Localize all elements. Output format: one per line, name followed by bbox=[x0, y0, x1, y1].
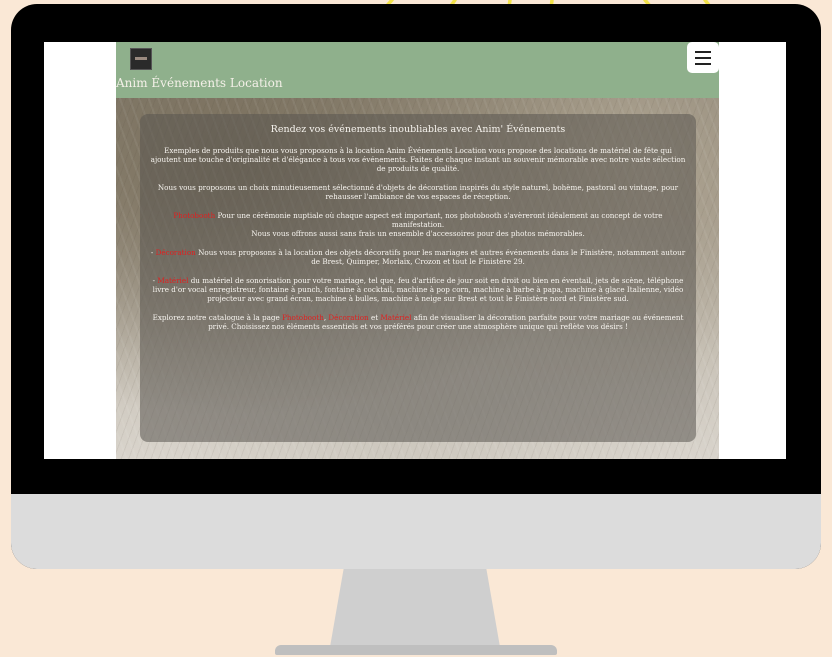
monitor-stand-base bbox=[275, 645, 557, 655]
materiel-link[interactable]: Matériel bbox=[157, 276, 188, 285]
catalogue-photobooth-link[interactable]: Photobooth bbox=[282, 313, 324, 322]
materiel-paragraph: - Matériel du matériel de sonorisation p… bbox=[148, 276, 688, 303]
photobooth-text: Pour une cérémonie nuptiale où chaque as… bbox=[215, 211, 663, 229]
hamburger-menu-icon-bar bbox=[695, 57, 711, 59]
monitor-chin bbox=[11, 494, 821, 569]
monitor-stand-neck bbox=[330, 569, 500, 647]
decoration-link[interactable]: Décoration bbox=[156, 248, 196, 257]
hamburger-menu-button[interactable] bbox=[687, 42, 719, 73]
catalogue-and: et bbox=[368, 313, 381, 322]
hamburger-menu-icon bbox=[695, 51, 711, 53]
catalogue-decoration-link[interactable]: Décoration bbox=[328, 313, 368, 322]
photobooth-paragraph: Photobooth Pour une cérémonie nuptiale o… bbox=[148, 211, 688, 238]
photobooth-accessories-text: Nous vous offrons aussi sans frais un en… bbox=[251, 229, 585, 238]
catalogue-materiel-link[interactable]: Matériel bbox=[380, 313, 411, 322]
intro-paragraph: Exemples de produits que nous vous propo… bbox=[150, 146, 686, 173]
decoration-style-paragraph: Nous vous proposons un choix minutieusem… bbox=[157, 183, 679, 201]
brand-name[interactable]: Anim Événements Location bbox=[116, 76, 283, 90]
photobooth-link[interactable]: Photobooth bbox=[173, 211, 215, 220]
brand-logo[interactable] bbox=[130, 48, 152, 70]
monitor-screen: Anim Événements Location Rendez vos évén… bbox=[44, 42, 786, 459]
hamburger-menu-icon-bar bbox=[695, 63, 711, 65]
intro-content-box: Rendez vos événements inoubliables avec … bbox=[140, 114, 696, 442]
catalogue-paragraph: Explorez notre catalogue à la page Photo… bbox=[148, 313, 688, 331]
decoration-text: Nous vous proposons à la location des ob… bbox=[195, 248, 686, 266]
catalogue-text-start: Explorez notre catalogue à la page bbox=[152, 313, 283, 322]
website-page: Anim Événements Location Rendez vos évén… bbox=[116, 42, 719, 459]
decoration-paragraph: - Décoration Nous vous proposons à la lo… bbox=[148, 248, 688, 266]
site-navbar: Anim Événements Location bbox=[116, 42, 719, 98]
page-heading: Rendez vos événements inoubliables avec … bbox=[270, 124, 566, 135]
materiel-text: du matériel de sonorisation pour votre m… bbox=[152, 276, 684, 303]
